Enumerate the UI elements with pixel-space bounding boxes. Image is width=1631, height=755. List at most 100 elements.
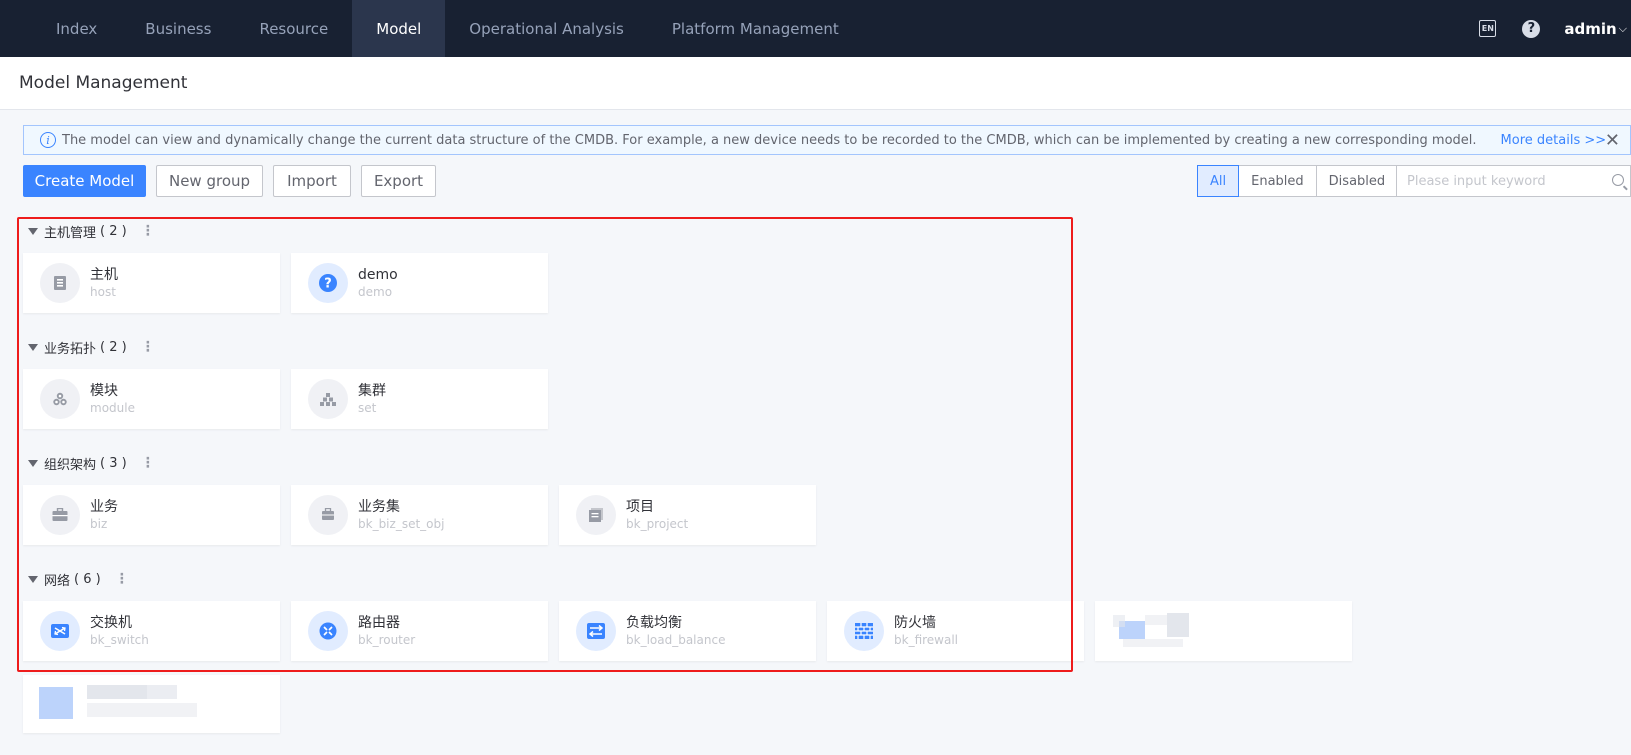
model-name: 负载均衡 xyxy=(626,615,682,631)
model-id: bk_biz_set_obj xyxy=(358,517,445,531)
model-card-router[interactable]: 路由器 bk_router xyxy=(291,601,548,661)
group-count: ( 2 ) xyxy=(100,223,127,239)
new-group-button[interactable]: New group xyxy=(156,165,263,197)
model-name: 交换机 xyxy=(90,615,132,631)
model-card-biz-set[interactable]: 业务集 bk_biz_set_obj xyxy=(291,485,548,545)
more-icon[interactable]: ⋮ xyxy=(115,571,129,587)
model-name: 模块 xyxy=(90,383,118,399)
set-icon xyxy=(308,379,348,419)
group-header-host-management[interactable]: 主机管理 ( 2 ) ⋮ xyxy=(28,222,155,241)
status-filter: All Enabled Disabled xyxy=(1197,165,1399,197)
caret-down-icon[interactable] xyxy=(28,227,38,235)
top-nav: Index Business Resource Model Operationa… xyxy=(0,0,1631,57)
obscured-block xyxy=(87,685,147,699)
more-icon[interactable]: ⋮ xyxy=(141,339,155,355)
question-icon: ? xyxy=(308,263,348,303)
more-icon[interactable]: ⋮ xyxy=(141,223,155,239)
model-id: module xyxy=(90,401,135,415)
language-icon[interactable]: EN xyxy=(1479,20,1497,37)
caret-down-icon[interactable] xyxy=(28,459,38,467)
nav-menu: Index Business Resource Model Operationa… xyxy=(0,0,863,57)
firewall-icon xyxy=(844,611,884,651)
model-id: bk_router xyxy=(358,633,416,647)
help-icon[interactable]: ? xyxy=(1522,19,1541,38)
model-card-set[interactable]: 集群 set xyxy=(291,369,548,429)
model-id: bk_load_balance xyxy=(626,633,726,647)
create-model-button[interactable]: Create Model xyxy=(23,165,146,197)
switch-icon xyxy=(40,611,80,651)
model-name: demo xyxy=(358,267,398,283)
nav-item-operational-analysis[interactable]: Operational Analysis xyxy=(445,0,648,57)
model-card-demo[interactable]: ? demo demo xyxy=(291,253,548,313)
model-card-module[interactable]: 模块 module xyxy=(23,369,280,429)
model-id: bk_switch xyxy=(90,633,149,647)
info-banner: i The model can view and dynamically cha… xyxy=(23,125,1631,155)
caret-down-icon[interactable] xyxy=(28,575,38,583)
model-card-obscured[interactable] xyxy=(23,675,280,733)
model-name: 业务 xyxy=(90,499,118,515)
group-name: 主机管理 xyxy=(44,225,97,241)
close-icon[interactable]: ✕ xyxy=(1605,130,1620,151)
nav-item-resource[interactable]: Resource xyxy=(235,0,352,57)
group-count: ( 6 ) xyxy=(74,571,101,587)
filter-all[interactable]: All xyxy=(1197,165,1240,197)
filter-enabled[interactable]: Enabled xyxy=(1238,165,1317,197)
nav-right: EN ? admin ⌵ xyxy=(1479,0,1631,57)
group-header-business-topology[interactable]: 业务拓扑 ( 2 ) ⋮ xyxy=(28,338,155,357)
chevron-down-icon[interactable]: ⌵ xyxy=(1619,22,1627,36)
model-id: host xyxy=(90,285,116,299)
model-name: 项目 xyxy=(626,499,654,515)
search-box xyxy=(1396,165,1631,197)
obscured-block xyxy=(1167,613,1189,637)
briefcase-icon xyxy=(40,495,80,535)
nav-item-platform-management[interactable]: Platform Management xyxy=(648,0,863,57)
caret-down-icon[interactable] xyxy=(28,343,38,351)
model-card-obscured[interactable] xyxy=(1095,601,1352,661)
page-title: Model Management xyxy=(19,73,188,93)
user-menu[interactable]: admin xyxy=(1564,20,1616,38)
group-count: ( 3 ) xyxy=(100,455,127,471)
model-id: bk_project xyxy=(626,517,689,531)
model-id: set xyxy=(358,401,377,415)
model-id: bk_firewall xyxy=(894,633,959,647)
router-icon xyxy=(308,611,348,651)
filter-disabled[interactable]: Disabled xyxy=(1315,165,1399,197)
model-card-firewall[interactable]: 防火墙 bk_firewall xyxy=(827,601,1084,661)
export-button[interactable]: Export xyxy=(361,165,436,197)
obscured-block xyxy=(1113,615,1125,627)
nav-item-index[interactable]: Index xyxy=(32,0,121,57)
group-header-organization[interactable]: 组织架构 ( 3 ) ⋮ xyxy=(28,454,155,473)
info-icon: i xyxy=(40,132,56,148)
model-card-load-balance[interactable]: 负载均衡 bk_load_balance xyxy=(559,601,816,661)
more-icon[interactable]: ⋮ xyxy=(141,455,155,471)
nav-item-business[interactable]: Business xyxy=(121,0,235,57)
model-name: 业务集 xyxy=(358,499,400,515)
host-icon xyxy=(40,263,80,303)
info-text: The model can view and dynamically chang… xyxy=(62,132,1477,148)
model-id: demo xyxy=(358,285,393,299)
model-card-switch[interactable]: 交换机 bk_switch xyxy=(23,601,280,661)
model-name: 路由器 xyxy=(358,615,400,631)
model-card-biz[interactable]: 业务 biz xyxy=(23,485,280,545)
model-card-project[interactable]: 项目 bk_project xyxy=(559,485,816,545)
group-name: 业务拓扑 xyxy=(44,341,97,357)
model-card-host[interactable]: 主机 host xyxy=(23,253,280,313)
module-icon xyxy=(40,379,80,419)
svg-text:?: ? xyxy=(324,277,332,292)
import-button[interactable]: Import xyxy=(273,165,351,197)
group-name: 网络 xyxy=(44,573,71,589)
obscured-block xyxy=(1123,639,1183,647)
obscured-block xyxy=(1145,615,1167,625)
load-balance-icon xyxy=(576,611,616,651)
obscured-block xyxy=(87,703,197,717)
search-icon[interactable] xyxy=(1612,174,1624,186)
search-input[interactable] xyxy=(1407,173,1602,189)
project-icon xyxy=(576,495,616,535)
more-details-link[interactable]: More details >> xyxy=(1501,133,1607,148)
model-name: 主机 xyxy=(90,267,118,283)
group-header-network[interactable]: 网络 ( 6 ) ⋮ xyxy=(28,570,129,589)
nav-item-model[interactable]: Model xyxy=(352,0,446,57)
briefcase-set-icon xyxy=(308,495,348,535)
page-header: Model Management xyxy=(0,57,1631,110)
model-name: 集群 xyxy=(358,383,386,399)
